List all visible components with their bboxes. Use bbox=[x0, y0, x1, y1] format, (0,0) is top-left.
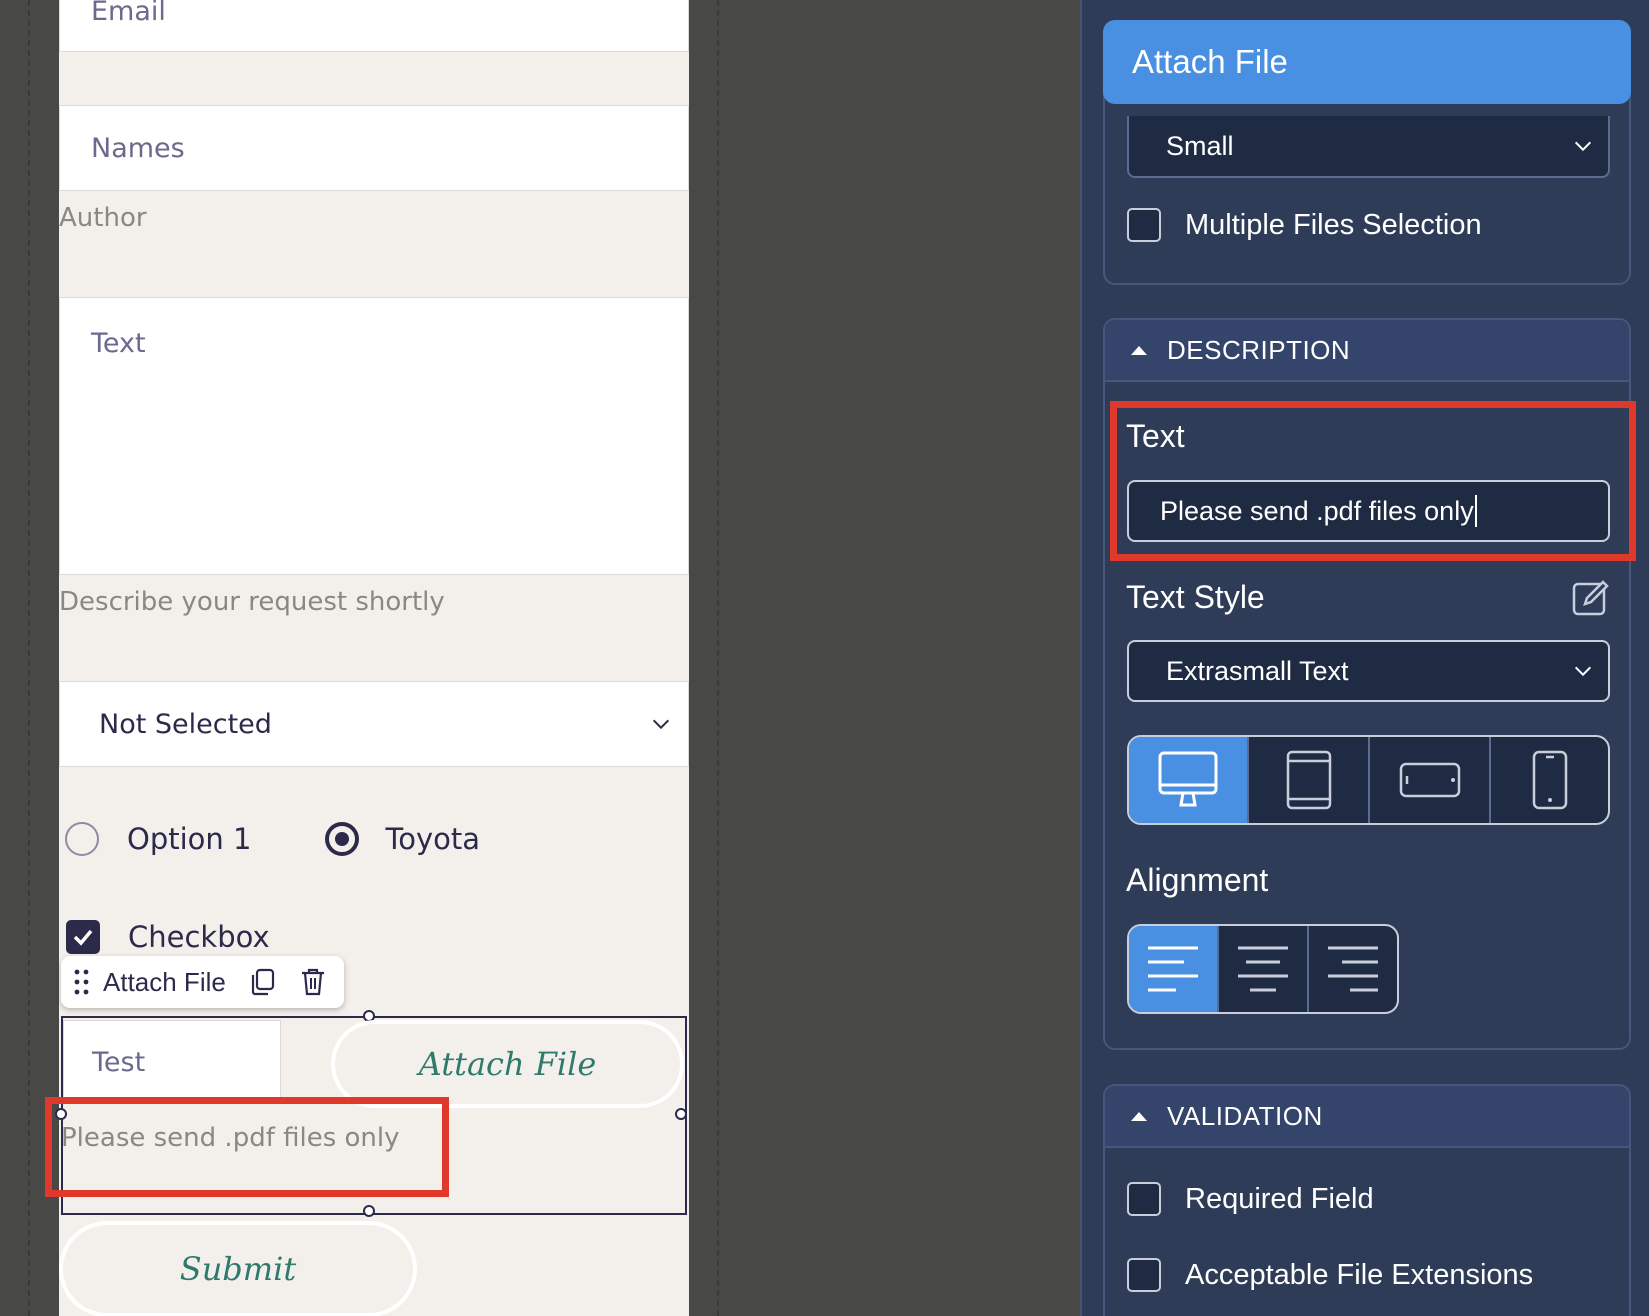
multiple-files-row: Multiple Files Selection bbox=[1127, 208, 1482, 242]
device-desktop[interactable] bbox=[1129, 737, 1249, 823]
acceptable-extensions-label: Acceptable File Extensions bbox=[1185, 1258, 1534, 1291]
highlight-box-canvas bbox=[45, 1097, 449, 1197]
names-placeholder: Names bbox=[91, 132, 185, 164]
text-style-label: Text Style bbox=[1126, 579, 1265, 615]
align-center[interactable] bbox=[1219, 926, 1309, 1012]
checkbox-label: Checkbox bbox=[128, 920, 270, 954]
author-caption: Author bbox=[59, 203, 147, 233]
submit-button[interactable]: Submit bbox=[59, 1221, 417, 1316]
validation-header-label: VALIDATION bbox=[1167, 1100, 1323, 1131]
highlight-box-panel bbox=[1110, 401, 1636, 561]
radio-option-toyota-label: Toyota bbox=[385, 822, 481, 856]
align-right[interactable] bbox=[1309, 926, 1397, 1012]
alignment-selector bbox=[1127, 924, 1399, 1014]
device-tablet-landscape[interactable] bbox=[1370, 737, 1491, 823]
canvas-edge-right bbox=[717, 0, 719, 1316]
text-placeholder: Text bbox=[91, 328, 146, 359]
required-field-checkbox[interactable] bbox=[1127, 1182, 1161, 1216]
file-name-field[interactable]: Test bbox=[63, 1020, 281, 1104]
text-area-field[interactable]: Text bbox=[59, 297, 689, 575]
align-center-icon bbox=[1238, 946, 1288, 992]
dropdown-select[interactable]: Not Selected bbox=[59, 681, 689, 767]
tablet-icon bbox=[1286, 750, 1331, 810]
file-name-value: Test bbox=[92, 1046, 146, 1078]
multiple-files-label: Multiple Files Selection bbox=[1185, 208, 1482, 241]
caret-up-icon bbox=[1131, 1111, 1147, 1121]
required-field-label: Required Field bbox=[1185, 1182, 1374, 1215]
checkmark-icon bbox=[73, 929, 93, 946]
size-select-value: Small bbox=[1166, 130, 1234, 161]
text-caption: Describe your request shortly bbox=[59, 587, 445, 617]
multiple-files-checkbox[interactable] bbox=[1127, 208, 1161, 242]
properties-panel: Attach File Small Multiple Files Selecti… bbox=[1080, 0, 1649, 1316]
file-settings-card: Small Multiple Files Selection bbox=[1103, 90, 1631, 285]
panel-title: Attach File bbox=[1103, 20, 1631, 104]
description-header[interactable]: DESCRIPTION bbox=[1105, 320, 1629, 382]
radio-option-1-label: Option 1 bbox=[127, 822, 252, 856]
copy-icon[interactable] bbox=[250, 968, 276, 996]
acceptable-extensions-row: Acceptable File Extensions bbox=[1127, 1258, 1533, 1292]
text-style-select[interactable]: Extrasmall Text bbox=[1127, 640, 1610, 702]
radio-group: Option 1 Toyota bbox=[65, 822, 480, 856]
checkbox[interactable] bbox=[66, 920, 100, 954]
attach-file-button[interactable]: Attach File bbox=[331, 1020, 684, 1108]
edit-icon[interactable] bbox=[1571, 578, 1611, 623]
chevron-down-icon bbox=[652, 719, 670, 730]
dropdown-value: Not Selected bbox=[99, 708, 272, 740]
chevron-down-icon bbox=[1574, 141, 1592, 152]
canvas-edge-left bbox=[28, 0, 30, 1316]
text-style-value: Extrasmall Text bbox=[1166, 655, 1349, 686]
drag-handle-icon[interactable] bbox=[73, 967, 91, 997]
names-field[interactable]: Names bbox=[59, 105, 689, 191]
acceptable-extensions-checkbox[interactable] bbox=[1127, 1258, 1161, 1292]
resize-handle-bottom[interactable] bbox=[363, 1205, 375, 1217]
tablet-landscape-icon bbox=[1399, 762, 1460, 798]
email-field[interactable]: Email bbox=[59, 0, 689, 52]
resize-handle-right[interactable] bbox=[675, 1108, 687, 1120]
element-toolbar: Attach File bbox=[61, 956, 344, 1008]
align-left-icon bbox=[1148, 946, 1198, 992]
checkbox-row: Checkbox bbox=[66, 920, 270, 954]
description-header-label: DESCRIPTION bbox=[1167, 334, 1351, 365]
trash-icon[interactable] bbox=[300, 967, 326, 997]
validation-header[interactable]: VALIDATION bbox=[1105, 1086, 1629, 1148]
device-selector bbox=[1127, 735, 1610, 825]
radio-option-1[interactable] bbox=[65, 822, 99, 856]
validation-card: VALIDATION Required Field Acceptable Fil… bbox=[1103, 1084, 1631, 1316]
chevron-down-icon bbox=[1574, 666, 1592, 677]
toolbar-label: Attach File bbox=[103, 966, 226, 997]
mobile-icon bbox=[1532, 750, 1567, 810]
align-right-icon bbox=[1328, 946, 1378, 992]
device-tablet-portrait[interactable] bbox=[1249, 737, 1370, 823]
align-left[interactable] bbox=[1129, 926, 1219, 1012]
email-placeholder: Email bbox=[91, 0, 166, 27]
device-mobile[interactable] bbox=[1491, 737, 1608, 823]
desktop-icon bbox=[1158, 751, 1218, 807]
size-select[interactable]: Small bbox=[1127, 116, 1610, 178]
caret-up-icon bbox=[1131, 345, 1147, 355]
alignment-label: Alignment bbox=[1126, 862, 1269, 898]
required-field-row: Required Field bbox=[1127, 1182, 1374, 1216]
radio-option-toyota[interactable] bbox=[325, 822, 360, 856]
